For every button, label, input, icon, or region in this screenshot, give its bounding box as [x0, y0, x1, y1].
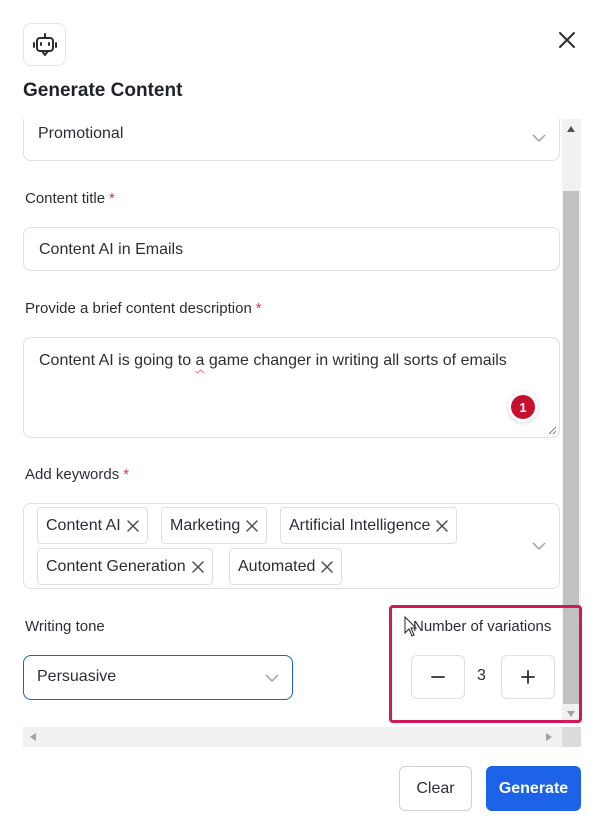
writing-tone-value: Persuasive	[37, 668, 117, 685]
keyword-tag: Artificial Intelligence	[280, 507, 458, 544]
content-type-select[interactable]: Promotional	[23, 119, 560, 161]
variations-label: Number of variations	[413, 618, 552, 635]
generate-button[interactable]: Generate	[486, 766, 581, 811]
remove-tag-icon[interactable]	[246, 519, 258, 532]
remove-tag-icon[interactable]	[126, 519, 139, 532]
form-scroll-area[interactable]: Promotional Content title * Content AI in…	[23, 119, 581, 724]
scroll-down-icon[interactable]	[567, 711, 575, 717]
plus-icon	[521, 670, 535, 684]
content-title-label: Content title *	[25, 190, 115, 207]
variations-value: 3	[477, 667, 486, 684]
keyword-tag: Automated	[229, 548, 343, 585]
scroll-left-icon[interactable]	[30, 733, 36, 741]
grammar-issue-badge[interactable]: 1	[508, 392, 538, 422]
writing-tone-select[interactable]: Persuasive	[23, 655, 293, 700]
keyword-tag: Content AI	[37, 507, 148, 544]
description-textarea[interactable]: Content AI is going to a game changer in…	[23, 337, 560, 438]
mouse-cursor-icon	[404, 616, 418, 637]
decrement-button[interactable]	[411, 655, 465, 699]
remove-tag-icon[interactable]	[436, 519, 449, 532]
scroll-up-icon[interactable]	[567, 126, 575, 132]
remove-tag-icon[interactable]	[321, 560, 334, 573]
app-logo	[23, 23, 66, 66]
required-mark: *	[109, 190, 115, 207]
clear-button[interactable]: Clear	[399, 766, 472, 811]
dialog-title: Generate Content	[23, 80, 183, 101]
description-value: Content AI is going to a game changer in…	[39, 352, 507, 369]
issue-count: 1	[511, 395, 535, 419]
required-mark: *	[123, 466, 130, 483]
close-button[interactable]	[554, 27, 580, 53]
content-title-value: Content AI in Emails	[39, 241, 184, 258]
keyword-tag: Content Generation	[37, 548, 213, 585]
scroll-right-icon[interactable]	[546, 733, 552, 741]
remove-tag-icon[interactable]	[191, 560, 204, 573]
writing-tone-label: Writing tone	[25, 618, 105, 635]
required-mark: *	[255, 300, 262, 317]
robot-icon	[32, 32, 57, 56]
close-icon	[559, 32, 575, 48]
content-type-value: Promotional	[38, 125, 124, 142]
increment-button[interactable]	[501, 655, 555, 699]
scrollbar-thumb[interactable]	[563, 191, 579, 704]
keyword-tag: Marketing	[161, 507, 268, 544]
description-label: Provide a brief content description *	[25, 300, 262, 317]
keywords-input[interactable]: Content AI Marketing Artificial Intellig…	[23, 503, 560, 589]
keywords-label: Add keywords *	[25, 466, 130, 483]
content-title-input[interactable]: Content AI in Emails	[23, 227, 560, 271]
scrollbar-corner	[562, 727, 581, 747]
chevron-down-icon[interactable]	[531, 541, 547, 551]
resize-grip-icon[interactable]	[548, 426, 557, 435]
vertical-scrollbar[interactable]	[562, 119, 581, 723]
horizontal-scrollbar[interactable]	[23, 727, 562, 747]
chevron-down-icon	[265, 673, 279, 682]
minus-icon	[431, 676, 445, 678]
chevron-down-icon	[532, 133, 546, 142]
